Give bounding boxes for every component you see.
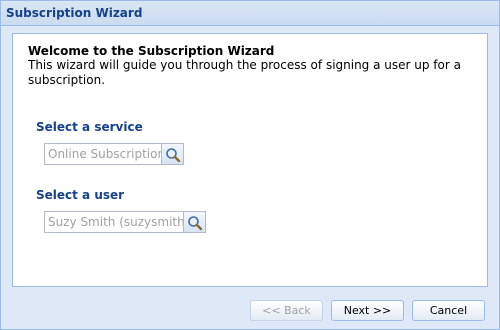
back-button[interactable]: << Back bbox=[250, 300, 323, 321]
welcome-title: Welcome to the Subscription Wizard bbox=[28, 44, 275, 58]
user-input[interactable]: Suzy Smith (suzysmith) bbox=[44, 211, 184, 233]
select-service-label: Select a service bbox=[36, 120, 143, 134]
window-title: Subscription Wizard bbox=[6, 6, 143, 20]
service-input[interactable]: Online Subscription bbox=[44, 143, 162, 165]
search-icon bbox=[166, 148, 181, 163]
wizard-content-panel: Welcome to the Subscription Wizard This … bbox=[12, 33, 488, 287]
window-titlebar[interactable]: Subscription Wizard bbox=[1, 1, 499, 26]
service-search-button[interactable] bbox=[162, 143, 184, 165]
next-button[interactable]: Next >> bbox=[331, 300, 404, 321]
user-search-button[interactable] bbox=[184, 211, 206, 233]
cancel-button[interactable]: Cancel bbox=[412, 300, 485, 321]
welcome-text: This wizard will guide you through the p… bbox=[28, 58, 461, 87]
subscription-wizard-window: Subscription Wizard Welcome to the Subsc… bbox=[0, 0, 500, 330]
search-icon bbox=[188, 216, 203, 231]
select-user-label: Select a user bbox=[36, 188, 125, 202]
